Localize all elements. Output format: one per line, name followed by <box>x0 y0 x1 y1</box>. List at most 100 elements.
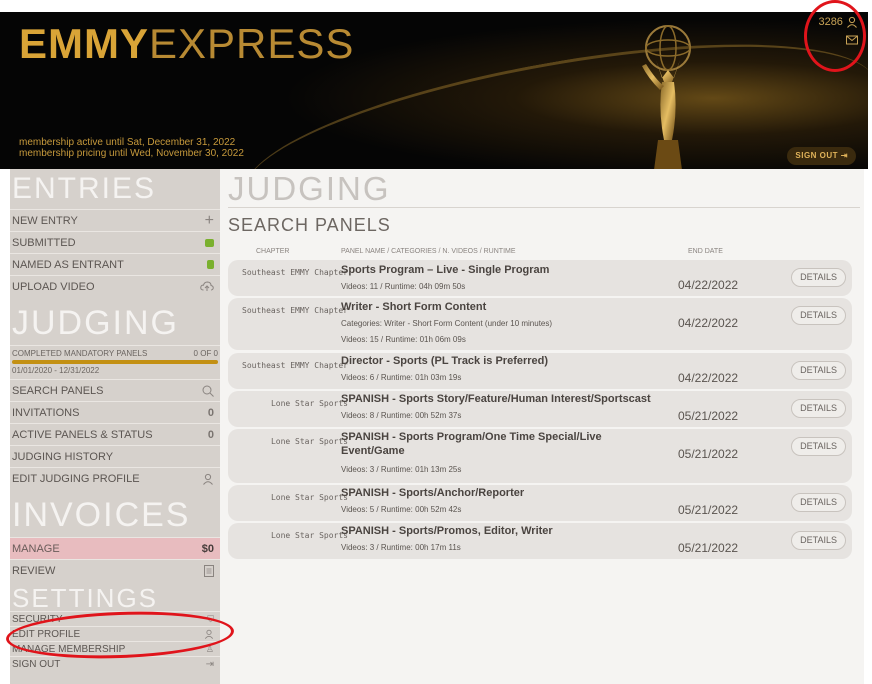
column-header-end-date: END DATE <box>688 248 723 255</box>
settings-section-title: SETTINGS <box>12 583 159 613</box>
entries-section-title: ENTRIES <box>12 172 157 205</box>
panel-name: Director - Sports (PL Track is Preferred… <box>341 355 549 367</box>
details-button[interactable]: DETAILS <box>791 531 846 550</box>
sidebar-item-named-as-entrant[interactable]: NAMED AS ENTRANT <box>10 253 220 275</box>
panel-categories: Categories: Writer - Short Form Content … <box>341 319 553 328</box>
details-button[interactable]: DETAILS <box>791 399 846 418</box>
title-divider <box>228 207 860 208</box>
panel-videos-runtime: Videos: 3 / Runtime: 01h 13m 25s <box>341 465 462 474</box>
panel-videos-runtime: Videos: 11 / Runtime: 04h 09m 50s <box>341 282 466 291</box>
sidebar-item-manage-invoices[interactable]: MANAGE $0 <box>10 537 220 559</box>
panel-videos-runtime: Videos: 8 / Runtime: 00h 52m 37s <box>341 411 462 420</box>
panel-end-date: 04/22/2022 <box>678 278 739 292</box>
panel-end-date: 04/22/2022 <box>678 371 739 385</box>
panel-row[interactable]: Lone Star Sports SPANISH - Sports/Anchor… <box>228 485 852 521</box>
mandatory-panels-progress: COMPLETED MANDATORY PANELS 0 of 0 01/01/… <box>10 345 220 379</box>
panel-chapter: Southeast EMMY Chapter <box>242 306 348 315</box>
user-menu: 3286 <box>818 16 858 46</box>
progress-dates: 01/01/2020 - 12/31/2022 <box>12 366 100 375</box>
panel-row[interactable]: Southeast EMMY Chapter Writer - Short Fo… <box>228 298 852 350</box>
judging-section-title: JUDGING <box>12 304 179 342</box>
emmy-express-logo[interactable]: EMMYEXPRESS <box>19 21 354 67</box>
sidebar-item-manage-membership[interactable]: MANAGE MEMBERSHIP ♙ <box>10 641 220 656</box>
document-icon <box>204 564 214 577</box>
details-button[interactable]: DETAILS <box>791 361 846 380</box>
header-sign-out-button[interactable]: SIGN OUT ⇥ <box>787 147 856 165</box>
panel-name: Sports Program – Live - Single Program <box>341 264 550 276</box>
user-number[interactable]: 3286 <box>818 16 842 28</box>
panel-chapter: Lone Star Sports <box>270 437 348 446</box>
sidebar-item-review-invoices[interactable]: REVIEW <box>10 559 220 581</box>
sidebar-item-sign-out[interactable]: SIGN OUT ⇥ <box>10 656 220 671</box>
panel-name: Writer - Short Form Content <box>341 301 487 313</box>
panel-name: SPANISH - Sports/Anchor/Reporter <box>341 487 525 499</box>
panel-row[interactable]: Lone Star Sports SPANISH - Sports/Promos… <box>228 523 852 559</box>
sidebar-item-upload-video[interactable]: UPLOAD VIDEO <box>10 275 220 297</box>
shield-icon: ⛉ <box>207 613 214 624</box>
panel-name: SPANISH - Sports Story/Feature/Human Int… <box>341 393 651 405</box>
plus-icon: + <box>204 211 214 229</box>
sidebar-item-new-entry[interactable]: NEW ENTRY + <box>10 209 220 231</box>
panel-row[interactable]: Lone Star Sports SPANISH - Sports Progra… <box>228 429 852 483</box>
panel-end-date: 05/21/2022 <box>678 447 739 461</box>
details-button[interactable]: DETAILS <box>791 306 846 325</box>
mail-icon[interactable] <box>846 35 858 45</box>
panel-row[interactable]: Southeast EMMY Chapter Director - Sports… <box>228 353 852 389</box>
sign-out-icon: ⇥ <box>840 151 848 160</box>
sidebar-item-search-panels[interactable]: SEARCH PANELS <box>10 379 220 401</box>
panel-name: SPANISH - Sports Program/One Time Specia… <box>341 431 602 457</box>
sidebar: ENTRIES NEW ENTRY + SUBMITTED NAMED AS E… <box>10 169 220 684</box>
user-icon <box>204 629 214 639</box>
panel-end-date: 05/21/2022 <box>678 503 739 517</box>
sidebar-item-active-panels[interactable]: ACTIVE PANELS & STATUS 0 <box>10 423 220 445</box>
sign-out-icon: ⇥ <box>205 658 214 670</box>
invitations-count: 0 <box>207 406 214 419</box>
main-content: JUDGING SEARCH PANELS CHAPTER PANEL NAME… <box>220 169 864 684</box>
search-icon <box>202 385 214 397</box>
sidebar-item-edit-profile[interactable]: EDIT PROFILE <box>10 626 220 641</box>
membership-pricing-text: membership pricing until Wed, November 3… <box>19 148 244 159</box>
panel-chapter: Southeast EMMY Chapter <box>242 361 348 370</box>
submitted-icon <box>205 238 214 247</box>
settings-list: SECURITY ⛉ EDIT PROFILE MANAGE MEMBERSHI… <box>10 611 220 671</box>
progress-label: COMPLETED MANDATORY PANELS <box>12 349 148 358</box>
column-header-panel: PANEL NAME / CATEGORIES / N. VIDEOS / RU… <box>341 248 516 255</box>
details-button[interactable]: DETAILS <box>791 268 846 287</box>
panel-end-date: 05/21/2022 <box>678 409 739 423</box>
progress-value: 0 of 0 <box>193 349 218 358</box>
sidebar-item-invitations[interactable]: INVITATIONS 0 <box>10 401 220 423</box>
panel-row[interactable]: Lone Star Sports SPANISH - Sports Story/… <box>228 391 852 427</box>
emmy-statue-icon <box>642 25 691 169</box>
user-icon[interactable] <box>846 16 858 28</box>
cloud-upload-icon <box>200 281 214 291</box>
sidebar-item-submitted[interactable]: SUBMITTED <box>10 231 220 253</box>
panel-end-date: 04/22/2022 <box>678 316 739 330</box>
sidebar-item-judging-history[interactable]: JUDGING HISTORY <box>10 445 220 467</box>
panel-videos-runtime: Videos: 3 / Runtime: 00h 17m 11s <box>341 543 461 552</box>
page-title: JUDGING <box>228 170 391 207</box>
panel-name: SPANISH - Sports/Promos, Editor, Writer <box>341 525 553 537</box>
panel-chapter: Lone Star Sports <box>270 399 348 408</box>
panel-chapter: Southeast EMMY Chapter <box>242 268 348 277</box>
invoices-section-title: INVOICES <box>12 496 191 534</box>
user-icon <box>203 473 213 485</box>
progress-bar <box>12 360 218 364</box>
panel-chapter: Lone Star Sports <box>270 531 348 540</box>
header-banner: EMMYEXPRESS membership active until Sat,… <box>0 12 868 169</box>
membership-icon: ♙ <box>205 643 214 654</box>
named-icon <box>207 260 214 269</box>
details-button[interactable]: DETAILS <box>791 437 846 456</box>
panel-videos-runtime: Videos: 5 / Runtime: 00h 52m 42s <box>341 505 462 514</box>
panel-chapter: Lone Star Sports <box>270 493 348 502</box>
panel-videos-runtime: Videos: 6 / Runtime: 01h 03m 19s <box>341 373 462 382</box>
active-panels-count: 0 <box>207 428 214 441</box>
panel-end-date: 05/21/2022 <box>678 541 739 555</box>
membership-info: membership active until Sat, December 31… <box>19 137 244 159</box>
column-header-chapter: CHAPTER <box>256 248 290 255</box>
sidebar-item-security[interactable]: SECURITY ⛉ <box>10 611 220 626</box>
sidebar-item-edit-judging-profile[interactable]: EDIT JUDGING PROFILE <box>10 467 220 489</box>
panel-row[interactable]: Southeast EMMY Chapter Sports Program – … <box>228 260 852 296</box>
page-subtitle: SEARCH PANELS <box>228 215 391 235</box>
details-button[interactable]: DETAILS <box>791 493 846 512</box>
panel-videos-runtime: Videos: 15 / Runtime: 01h 06m 09s <box>341 335 466 344</box>
